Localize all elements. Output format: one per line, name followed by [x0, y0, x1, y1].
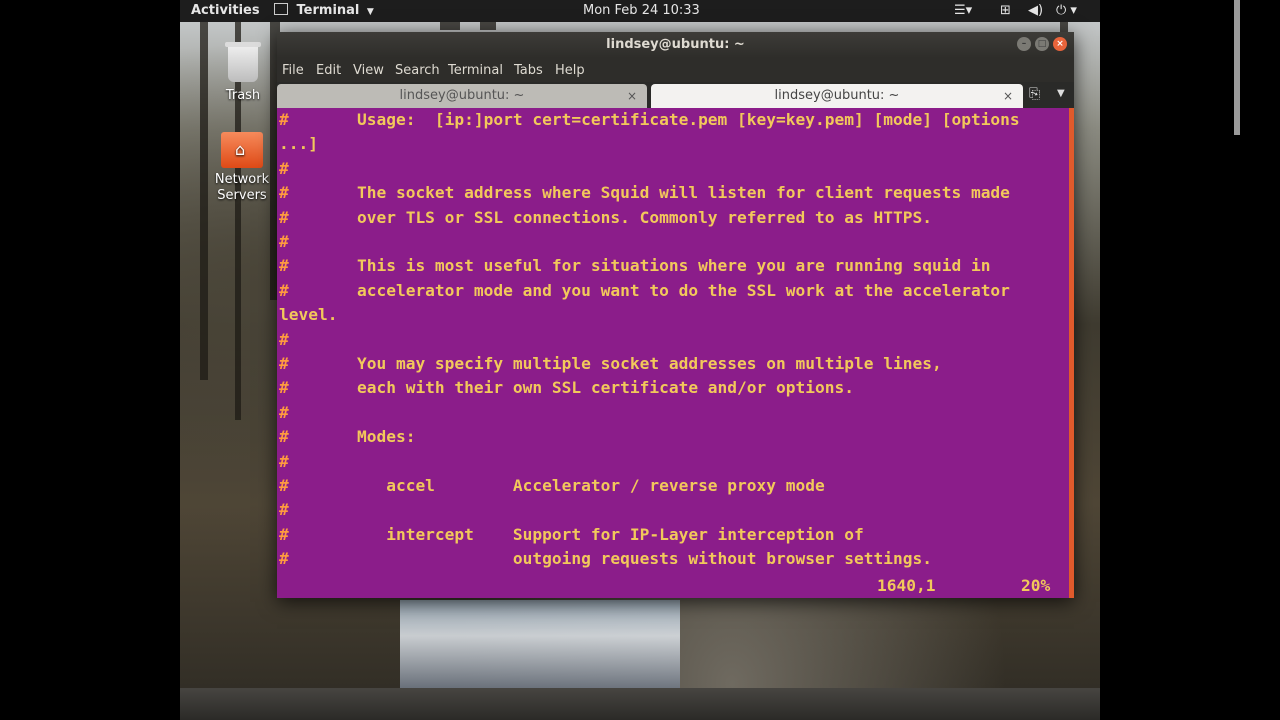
comment-marker: #: [279, 524, 289, 544]
menu-help[interactable]: Help: [555, 63, 585, 78]
terminal-line: over TLS or SSL connections. Commonly re…: [279, 207, 932, 227]
power-icon[interactable]: ⏻ ▾: [1056, 3, 1077, 18]
desktop-icon-label: Trash: [225, 88, 261, 103]
comment-marker: #: [279, 158, 289, 178]
terminal-line: This is most useful for situations where…: [279, 256, 991, 276]
close-button[interactable]: ×: [1053, 37, 1067, 51]
tab-bar: lindsey@ubuntu: ~ × lindsey@ubuntu: ~ × …: [277, 82, 1074, 108]
terminal-line: accelerator mode and you want to do the …: [279, 280, 1010, 300]
minimize-button[interactable]: –: [1017, 37, 1031, 51]
trash-icon: [225, 42, 261, 82]
menu-file[interactable]: File: [282, 63, 304, 78]
comment-marker: #: [279, 256, 289, 276]
terminal-line: Usage: [ip:]port cert=certificate.pem [k…: [279, 110, 1020, 129]
cursor-position: 1640,1: [877, 576, 936, 595]
maximize-button[interactable]: □: [1035, 37, 1049, 51]
comment-marker: #: [279, 183, 289, 203]
terminal-line: accel Accelerator / reverse proxy mode: [279, 476, 825, 495]
terminal-line: The socket address where Squid will list…: [279, 183, 1010, 203]
comment-marker: #: [279, 207, 289, 227]
menu-terminal[interactable]: Terminal: [448, 63, 503, 78]
comment-marker: #: [279, 500, 289, 520]
window-title: lindsey@ubuntu: ~: [606, 37, 745, 52]
menu-tabs[interactable]: Tabs: [514, 63, 543, 78]
terminal-line: intercept Support for IP-Layer intercept…: [279, 524, 864, 544]
bottom-bar: [180, 688, 1100, 720]
comment-marker: #: [279, 110, 289, 129]
desktop-icon-network-servers[interactable]: Network Servers: [208, 132, 276, 204]
comment-marker: #: [279, 378, 289, 398]
window-titlebar[interactable]: lindsey@ubuntu: ~ – □ ×: [277, 32, 1074, 58]
close-icon[interactable]: ×: [627, 84, 637, 108]
tab-terminal-1[interactable]: lindsey@ubuntu: ~ ×: [277, 84, 647, 108]
new-tab-icon[interactable]: ⎘: [1029, 86, 1040, 102]
comment-marker: #: [279, 427, 289, 447]
top-panel: Activities Terminal ▼ Mon Feb 24 10:33 ☰…: [180, 0, 1100, 22]
water-reflection: [400, 600, 680, 690]
menu-view[interactable]: View: [353, 63, 384, 78]
desktop-icon-trash[interactable]: Trash: [225, 42, 261, 103]
tab-label: lindsey@ubuntu: ~: [774, 88, 900, 103]
volume-icon[interactable]: ◀): [1028, 3, 1043, 18]
terminal-line: ...]: [279, 134, 318, 154]
comment-marker: #: [279, 232, 289, 251]
terminal-line: outgoing requests without browser settin…: [279, 549, 932, 569]
terminal-scrollbar[interactable]: [1069, 108, 1074, 598]
terminal-line: level.: [279, 305, 338, 325]
terminal-window[interactable]: lindsey@ubuntu: ~ – □ × File Edit View S…: [277, 32, 1074, 598]
comment-marker: #: [279, 402, 289, 422]
clock[interactable]: Mon Feb 24 10:33: [583, 3, 700, 19]
menu-bar: File Edit View Search Terminal Tabs Help: [277, 58, 1074, 82]
app-menu-button[interactable]: Terminal ▼: [274, 3, 374, 20]
network-icon[interactable]: ⊞: [1000, 3, 1011, 18]
terminal-content[interactable]: Usage: [ip:]port cert=certificate.pem [k…: [277, 108, 1069, 598]
menu-edit[interactable]: Edit: [316, 63, 341, 78]
comment-marker: #: [279, 549, 289, 569]
menu-icon[interactable]: ☰▾: [954, 3, 972, 18]
activities-button[interactable]: Activities: [191, 3, 260, 19]
terminal-app-icon: [274, 3, 288, 15]
comment-marker: #: [279, 354, 289, 373]
tab-terminal-2[interactable]: lindsey@ubuntu: ~ ×: [651, 84, 1023, 108]
tab-label: lindsey@ubuntu: ~: [399, 88, 525, 103]
scrollbar-thumb[interactable]: [1234, 0, 1240, 135]
close-icon[interactable]: ×: [1003, 84, 1013, 108]
terminal-line: Modes:: [279, 427, 416, 447]
terminal-line: You may specify multiple socket addresse…: [279, 354, 942, 373]
folder-network-icon: [221, 132, 263, 168]
comment-marker: #: [279, 280, 289, 300]
comment-marker: #: [279, 476, 289, 495]
chevron-down-icon: ▼: [366, 7, 374, 17]
desktop-icon-label: Network Servers: [214, 172, 270, 203]
comment-marker: #: [279, 451, 289, 471]
scroll-percent: 20%: [1021, 576, 1051, 595]
terminal-line: each with their own SSL certificate and/…: [279, 378, 854, 398]
comment-marker: #: [279, 329, 289, 349]
menu-search[interactable]: Search: [395, 63, 440, 78]
app-menu-label: Terminal: [296, 3, 360, 18]
chevron-down-icon[interactable]: ▼: [1057, 88, 1065, 99]
